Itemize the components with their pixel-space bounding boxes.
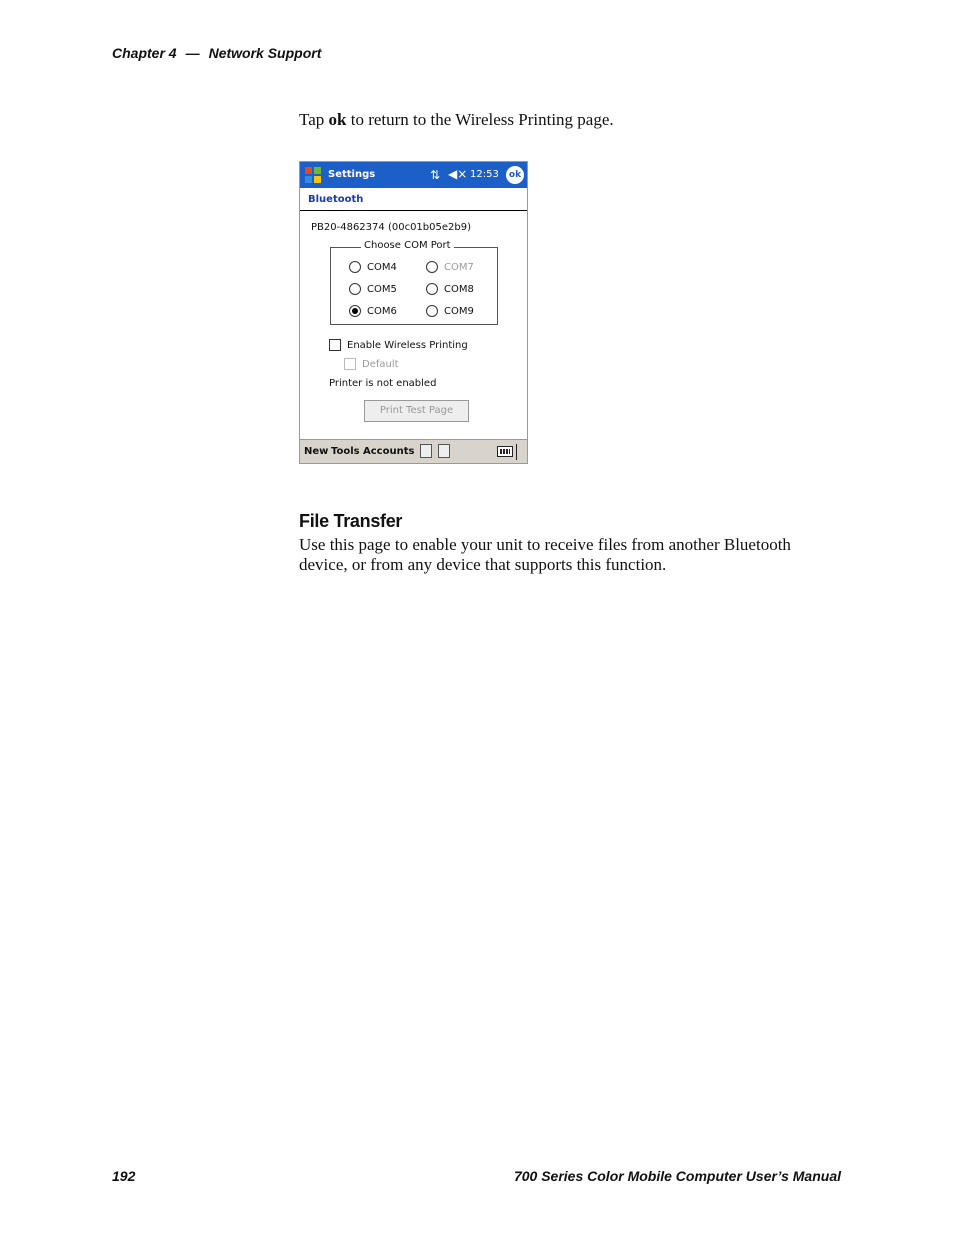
radio-label: COM5 <box>367 283 397 295</box>
document-icon[interactable] <box>438 444 450 458</box>
checkbox-box <box>344 358 356 370</box>
radio-com9[interactable]: COM9 <box>426 305 474 317</box>
radio-com8[interactable]: COM8 <box>426 283 474 295</box>
chapter-label: Chapter 4 <box>112 45 177 61</box>
menu-new[interactable]: New <box>304 446 328 457</box>
windows-start-icon[interactable] <box>304 166 322 184</box>
enable-printing-checkbox[interactable]: Enable Wireless Printing <box>329 339 468 351</box>
device-icon[interactable] <box>420 444 432 458</box>
intro-text-post: to return to the Wireless Printing page. <box>346 110 614 129</box>
ok-button[interactable]: ok <box>506 166 524 184</box>
radio-com4[interactable]: COM4 <box>349 261 397 273</box>
section-body: Use this page to enable your unit to rec… <box>299 535 791 574</box>
intro-paragraph: Tap ok to return to the Wireless Printin… <box>299 110 614 130</box>
radio-com7: COM7 <box>426 261 474 273</box>
section-label: Network Support <box>208 45 322 61</box>
page-number: 192 <box>112 1168 136 1184</box>
manual-title: 700 Series Color Mobile Computer User’s … <box>513 1168 841 1184</box>
com-group-title: Choose COM Port <box>361 240 454 251</box>
app-title: Settings <box>328 169 376 180</box>
intro-ok-bold: ok <box>328 110 347 129</box>
running-header: Chapter 4 — Network Support <box>112 45 321 61</box>
volume-icon[interactable]: ◀× <box>448 167 467 181</box>
page-subtitle: Bluetooth <box>308 194 364 205</box>
radio-circle[interactable] <box>426 305 438 317</box>
radio-com5[interactable]: COM5 <box>349 283 397 295</box>
radio-circle <box>426 261 438 273</box>
subtitle-divider <box>300 210 527 211</box>
radio-circle[interactable] <box>349 283 361 295</box>
radio-label: COM6 <box>367 305 397 317</box>
radio-circle[interactable] <box>349 261 361 273</box>
title-bar: Settings ⇅ ◀× 12:53 ok <box>300 162 527 188</box>
menu-tools[interactable]: Tools <box>331 446 360 457</box>
header-dash: — <box>185 45 200 61</box>
connectivity-icon[interactable]: ⇅ <box>430 168 440 182</box>
radio-label: COM7 <box>444 261 474 273</box>
clock[interactable]: 12:53 <box>470 169 499 180</box>
checkbox-label: Enable Wireless Printing <box>347 339 468 351</box>
section-heading: File Transfer <box>299 511 403 531</box>
intro-text-pre: Tap <box>299 110 329 129</box>
checkbox-label: Default <box>362 358 399 370</box>
radio-circle-selected[interactable] <box>349 305 361 317</box>
device-screenshot: Settings ⇅ ◀× 12:53 ok Bluetooth PB20-48… <box>299 161 528 464</box>
com-port-group: Choose COM Port COM4 COM7 COM5 COM8 COM6… <box>330 240 498 325</box>
keyboard-icon[interactable] <box>497 446 513 457</box>
default-checkbox: Default <box>344 358 399 370</box>
radio-circle[interactable] <box>426 283 438 295</box>
radio-label: COM4 <box>367 261 397 273</box>
radio-label: COM8 <box>444 283 474 295</box>
menu-bar: New Tools Accounts <box>300 439 527 463</box>
menu-accounts[interactable]: Accounts <box>363 446 414 457</box>
printer-status: Printer is not enabled <box>329 378 437 389</box>
checkbox-box[interactable] <box>329 339 341 351</box>
device-id: PB20-4862374 (00c01b05e2b9) <box>311 222 471 233</box>
radio-com6[interactable]: COM6 <box>349 305 397 317</box>
input-arrow-icon[interactable] <box>516 444 517 460</box>
print-test-page-button: Print Test Page <box>364 400 469 422</box>
radio-label: COM9 <box>444 305 474 317</box>
